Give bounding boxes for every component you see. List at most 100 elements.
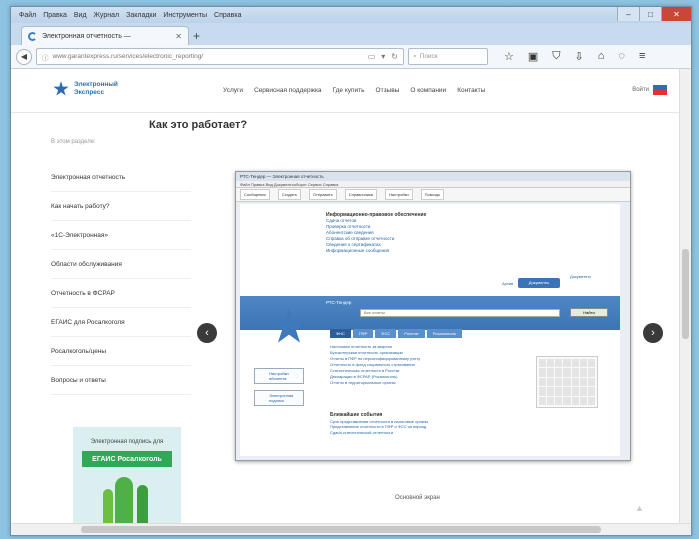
carousel-next-button[interactable]: › <box>643 323 663 343</box>
search-field[interactable]: ⌕ Поиск <box>408 48 488 65</box>
nav-support[interactable]: Сервисная поддержка <box>254 87 322 94</box>
dropdown-icon[interactable]: ▾ <box>381 52 385 61</box>
download-icon[interactable]: ⇩ <box>575 50 584 63</box>
sidebar-item[interactable]: Области обслуживания <box>51 250 191 279</box>
sidebar-item[interactable]: Вопросы и ответы <box>51 366 191 395</box>
sidebar-item[interactable]: Росалкоголь/цены <box>51 337 191 366</box>
loading-icon <box>28 31 37 41</box>
menu-tools[interactable]: Инструменты <box>163 12 207 19</box>
bookmark-star-icon[interactable]: ☆ <box>504 50 514 63</box>
promo-banner[interactable]: Электронная подпись для ЕГАИС Росалкогол… <box>73 427 181 525</box>
web-page: Электронный Экспресс Услуги Сервисная по… <box>11 69 681 525</box>
promo-text: Электронная подпись для <box>90 439 164 445</box>
inner-tool: Отправить <box>308 189 337 200</box>
window-controls: – □ ✕ <box>617 7 691 21</box>
inner-subtab: Росстат <box>398 329 425 338</box>
carousel-prev-button[interactable]: ‹ <box>197 323 217 343</box>
sidebar-item[interactable]: ЕГАИС для Росалкоголя <box>51 308 191 337</box>
inner-report-list: Налоговая отчетность за квартал Бухгалте… <box>330 344 420 386</box>
inner-news-line: Представление отчетности в ПФР и ФСС за … <box>330 424 427 429</box>
new-tab-button[interactable]: + <box>193 29 200 43</box>
horizontal-scroll-thumb[interactable] <box>81 526 601 533</box>
inner-tool: Сообщения <box>240 189 270 200</box>
logo-line-2: Экспресс <box>74 89 105 96</box>
inner-side-box: Настройки абонента <box>254 368 304 384</box>
horizontal-scrollbar[interactable] <box>11 523 691 535</box>
sidebar-item[interactable]: Электронная отчетность <box>51 163 191 192</box>
inner-subtab: ПФР <box>352 329 374 338</box>
inner-menubar: Файл Правка Вид Документооборот Сервис С… <box>236 181 630 188</box>
inner-window-title: РТС-Тендер — Электронная отчетность <box>236 172 630 181</box>
tab-title: Электронная отчетность — <box>42 32 131 40</box>
hamburger-menu-icon[interactable]: ≡ <box>639 50 645 63</box>
inner-calendar <box>536 356 598 408</box>
promo-badge: ЕГАИС Росалкоголь <box>82 451 172 467</box>
menu-view[interactable]: Вид <box>74 12 87 19</box>
inner-band-title: РТС-Тендер <box>326 300 352 305</box>
inner-archive-link: Архив <box>502 281 514 286</box>
menu-help[interactable]: Справка <box>214 12 241 19</box>
desktop-background: Файл Правка Вид Журнал Закладки Инструме… <box>0 0 699 539</box>
address-bar[interactable]: ⓘ www.garantexpress.ru/services/electron… <box>36 48 404 65</box>
inner-side-box: Электронная подпись <box>254 390 304 406</box>
scroll-to-top-icon[interactable]: ▲ <box>635 503 644 513</box>
library-icon[interactable]: ▣ <box>528 50 538 63</box>
login-link[interactable]: Войти <box>632 87 649 93</box>
reader-view-icon[interactable]: ▭ <box>368 52 376 61</box>
close-tab-icon[interactable]: ✕ <box>175 32 182 41</box>
sidebar-item[interactable]: «1С-Электронная» <box>51 221 191 250</box>
inner-link: Информационные сообщения <box>326 248 390 253</box>
inner-subtab: ФНС <box>330 329 351 338</box>
menu-bookmarks[interactable]: Закладки <box>126 12 156 19</box>
site-navigation: Услуги Сервисная поддержка Где купить От… <box>223 87 485 94</box>
inner-tool: Помощь <box>420 189 445 200</box>
menu-edit[interactable]: Правка <box>43 12 67 19</box>
sidebar-item[interactable]: Отчетность в ФСРАР <box>51 279 191 308</box>
cactus-illustration <box>137 485 148 525</box>
inner-documents-button: Документы <box>518 278 560 288</box>
menu-file[interactable]: Файл <box>19 12 36 19</box>
sync-icon[interactable]: ◌ <box>618 50 625 63</box>
browser-tab-active[interactable]: Электронная отчетность — ✕ <box>21 26 189 45</box>
info-icon[interactable]: ⓘ <box>42 52 49 62</box>
back-button[interactable]: ◀ <box>16 48 32 65</box>
pocket-icon[interactable]: ⛉ <box>552 50 560 63</box>
inner-content: Информационно-правовое обеспечение Сдача… <box>240 204 620 456</box>
close-window-button[interactable]: ✕ <box>661 7 691 21</box>
home-icon[interactable]: ⌂ <box>598 50 605 63</box>
menu-history[interactable]: Журнал <box>94 12 120 19</box>
site-logo[interactable]: Электронный Экспресс <box>53 81 118 97</box>
app-screenshot-slide: РТС-Тендер — Электронная отчетность Файл… <box>235 171 631 461</box>
sidebar-item[interactable]: Как начать работу? <box>51 192 191 221</box>
inner-news-line: Сдача статистической отчетности <box>330 429 393 435</box>
site-header: Электронный Экспресс Услуги Сервисная по… <box>11 69 681 113</box>
nav-contacts[interactable]: Контакты <box>457 87 485 94</box>
inner-tool: Справочники <box>344 189 377 200</box>
search-placeholder: Поиск <box>419 53 438 60</box>
inner-report-item: Отчеты в территориальные органы <box>330 380 396 385</box>
nav-reviews[interactable]: Отзывы <box>376 87 400 94</box>
inner-documents-link: Документы <box>570 274 591 279</box>
nav-services[interactable]: Услуги <box>223 87 243 94</box>
inner-tool: Создать <box>277 189 301 200</box>
nav-about[interactable]: О компании <box>410 87 446 94</box>
search-icon: ⌕ <box>413 52 417 60</box>
inner-news: Ближайшие события Срок представления отч… <box>330 412 428 435</box>
slide-caption: Основной экран <box>395 495 440 501</box>
minimize-button[interactable]: – <box>617 7 639 21</box>
url-text: www.garantexpress.ru/services/electronic… <box>52 53 204 60</box>
inner-find-button: Найти <box>570 308 608 317</box>
reload-icon[interactable]: ↻ <box>391 52 398 61</box>
browser-menubar: Файл Правка Вид Журнал Закладки Инструме… <box>11 7 691 23</box>
toolbar-icons: ☆ ▣ ⛉ ⇩ ⌂ ◌ ≡ <box>504 50 645 63</box>
logo-star-icon <box>53 81 69 96</box>
inner-tool: Настройки <box>385 189 413 200</box>
vertical-scrollbar[interactable] <box>679 69 691 525</box>
nav-where-to-buy[interactable]: Где купить <box>333 87 365 94</box>
vertical-scroll-thumb[interactable] <box>682 249 689 339</box>
cactus-illustration <box>103 489 113 525</box>
user-area: Войти <box>632 85 667 95</box>
maximize-button[interactable]: □ <box>639 7 661 21</box>
region-flag-icon[interactable] <box>653 85 667 95</box>
browser-window: Файл Правка Вид Журнал Закладки Инструме… <box>10 6 692 536</box>
